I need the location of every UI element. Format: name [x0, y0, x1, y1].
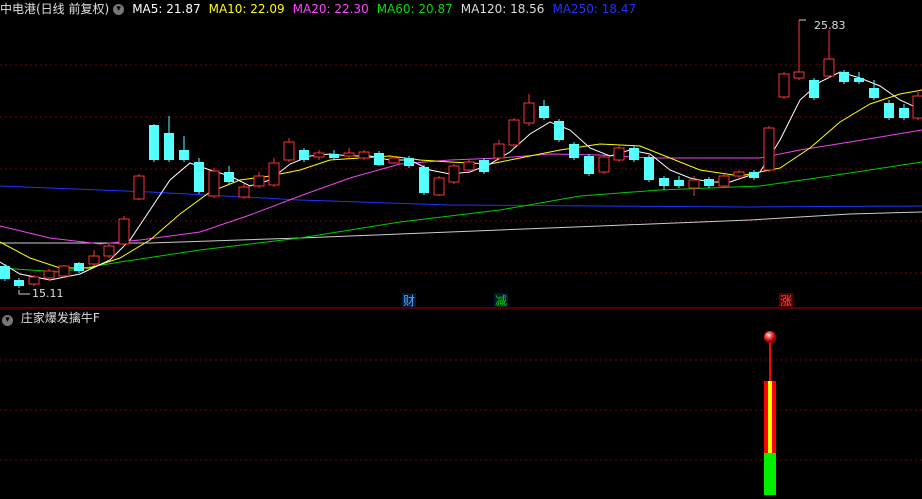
- candle-body-down: [299, 150, 309, 160]
- ma60-label: MA60: 20.87: [376, 2, 453, 16]
- candle-body-down: [659, 178, 669, 186]
- candle-body-down: [374, 153, 384, 165]
- indicator-header: ▾ 庄家爆发擒牛F: [0, 309, 100, 327]
- candle-body-up: [433, 177, 445, 196]
- candle-body-down: [869, 88, 879, 98]
- candle-body-down: [899, 108, 909, 118]
- candle-body-down: [149, 125, 159, 160]
- ma20-label: MA20: 22.30: [292, 2, 369, 16]
- ma250-label: MA250: 18.47: [552, 2, 637, 16]
- candle-body-up: [43, 270, 55, 279]
- candle-body-up: [208, 170, 220, 197]
- chevron-down-icon[interactable]: ▾: [113, 3, 125, 15]
- signal-ball-icon: [764, 331, 776, 343]
- candle-body-up: [718, 175, 730, 187]
- candle-body-down: [404, 158, 414, 166]
- candle-body-down: [584, 156, 594, 174]
- candle-body-up: [793, 71, 805, 79]
- signal-bar-green: [764, 453, 776, 495]
- candle-body-down: [554, 121, 564, 140]
- low-marker-line: [18, 290, 30, 295]
- candle-body-down: [224, 172, 234, 182]
- stock-title: 中电港(日线 前复权): [0, 2, 110, 16]
- candle-body-down: [854, 78, 864, 82]
- candle-body-up: [508, 119, 520, 146]
- candle-body-up: [598, 156, 610, 173]
- candle-body-down: [479, 160, 489, 172]
- candle-body-up: [58, 265, 70, 277]
- candle-body-down: [164, 133, 174, 160]
- candle-body-up: [523, 102, 535, 124]
- candle-body-down: [194, 162, 204, 192]
- candle-body-up: [463, 161, 475, 171]
- candle-body-up: [253, 175, 265, 187]
- candle-body-down: [809, 80, 819, 98]
- candlestick-chart: 25.83 15.11 财 减 涨: [0, 19, 922, 495]
- chart-header: 中电港(日线 前复权) ▾ MA5: 21.87 MA10: 22.09 MA2…: [0, 0, 636, 18]
- candle-body-up: [238, 186, 250, 198]
- candle-body-up: [493, 143, 505, 159]
- candle-body-up: [448, 165, 460, 183]
- candle-body-up: [733, 171, 745, 177]
- candle-body-down: [74, 263, 84, 271]
- candle-body-down: [569, 144, 579, 158]
- candle-body-down: [419, 167, 429, 193]
- candle-body-down: [674, 180, 684, 186]
- candle-body-down: [329, 154, 339, 158]
- high-price-label: 25.83: [814, 19, 846, 32]
- candle-body-up: [778, 73, 790, 98]
- ma120-label: MA120: 18.56: [460, 2, 545, 16]
- candle-body-down: [0, 266, 10, 279]
- event-marker-2: 涨: [780, 293, 792, 308]
- candle-body-down: [539, 106, 549, 118]
- candle-body-up: [28, 276, 40, 285]
- candle-body-up: [688, 179, 700, 189]
- candle-body-up: [103, 245, 115, 257]
- chevron-down-icon[interactable]: ▾: [2, 315, 13, 326]
- candle-body-down: [884, 103, 894, 118]
- candle-body-down: [839, 72, 849, 82]
- candle-body-up: [283, 141, 295, 161]
- candle-body-down: [14, 280, 24, 286]
- candle-body-up: [912, 95, 922, 119]
- candle-body-down: [179, 150, 189, 160]
- candle-body-up: [268, 162, 280, 186]
- candle-body-up: [358, 151, 370, 159]
- candle-body-up: [613, 147, 625, 161]
- candle-body-up: [388, 157, 400, 164]
- candle-body-up: [343, 152, 355, 157]
- candle-body-up: [313, 152, 325, 158]
- signal-bar-yellow: [768, 381, 772, 453]
- stock-chart-window: 25.83 15.11 财 减 涨 中电港(日线 前复权) ▾ MA5: 21.87 M…: [0, 0, 922, 499]
- event-marker-1: 减: [495, 294, 507, 308]
- candle-body-down: [629, 148, 639, 160]
- candle-body-down: [749, 172, 759, 178]
- low-price-label: 15.11: [32, 287, 64, 300]
- ma5-label: MA5: 21.87: [132, 2, 201, 16]
- candle-body-down: [704, 179, 714, 186]
- candle-body-up: [763, 127, 775, 171]
- candle-body-up: [133, 175, 145, 200]
- candle-body-up: [88, 255, 100, 265]
- candle-body-up: [118, 218, 130, 245]
- indicator-title: 庄家爆发擒牛F: [20, 311, 100, 325]
- candle-body-up: [823, 58, 835, 77]
- candle-body-down: [644, 157, 654, 180]
- event-marker-0: 财: [403, 294, 415, 308]
- ma10-label: MA10: 22.09: [208, 2, 285, 16]
